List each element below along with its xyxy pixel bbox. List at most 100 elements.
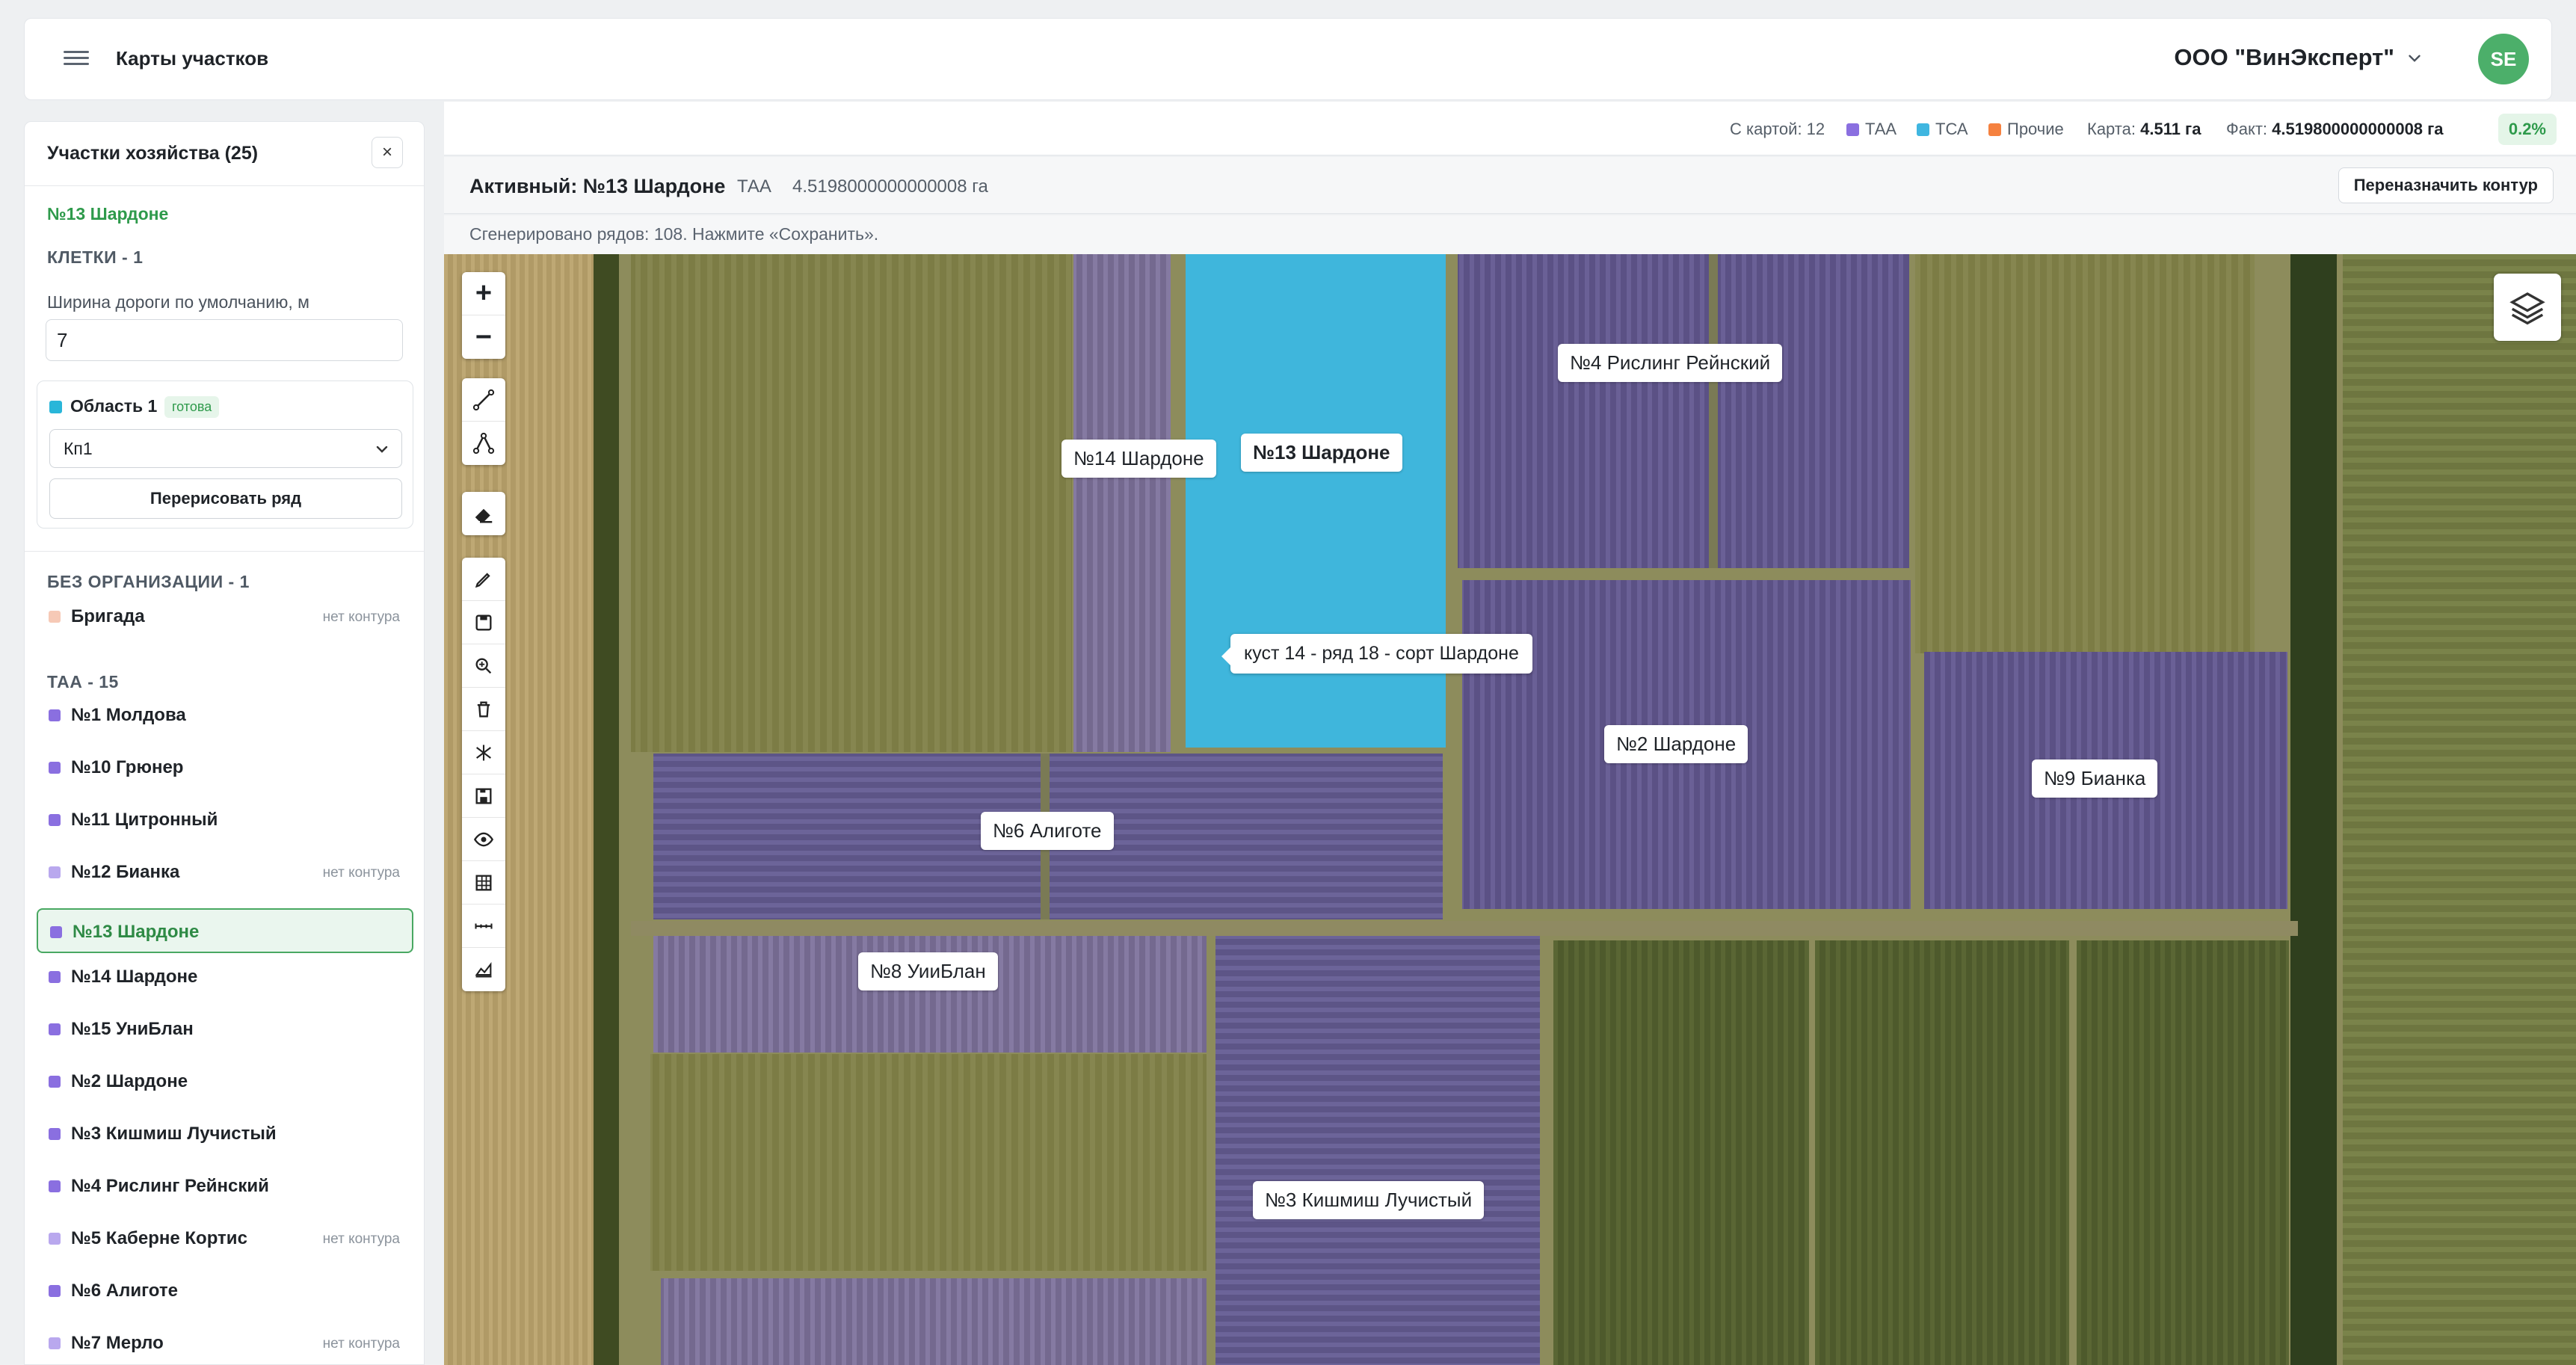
- zoom-in-button[interactable]: +: [462, 272, 505, 315]
- color-swatch: [49, 1180, 61, 1192]
- org-switcher[interactable]: ООО "ВинЭксперт": [2174, 44, 2394, 71]
- map-label-plot-3[interactable]: №3 Кишмиш Лучистый: [1253, 1181, 1485, 1219]
- color-swatch: [50, 926, 62, 938]
- fact-area-value: 4.519800000000008 га: [2272, 120, 2444, 138]
- fact-area: Факт: 4.519800000000008 га: [2226, 120, 2444, 139]
- legend-label: Прочие: [2007, 120, 2064, 138]
- list-item[interactable]: №14 Шардоне: [37, 955, 413, 999]
- map-label-plot-6[interactable]: №6 Алиготе: [981, 812, 1114, 850]
- list-item[interactable]: №12 Бианка нет контура: [37, 850, 413, 895]
- row-tooltip: куст 14 - ряд 18 - сорт Шардоне: [1221, 634, 1532, 674]
- fact-area-label: Факт:: [2226, 120, 2268, 138]
- grid-icon[interactable]: [462, 861, 505, 905]
- list-item-note: нет контура: [322, 609, 400, 625]
- list-item[interactable]: №3 Кишмиш Лучистый: [37, 1112, 413, 1156]
- legend-label: ТСА: [1935, 120, 1968, 138]
- chevron-down-icon[interactable]: [2405, 49, 2424, 68]
- color-swatch: [49, 1076, 61, 1088]
- list-item-label: №12 Бианка: [71, 862, 180, 882]
- diff-percent-badge: 0.2%: [2498, 114, 2557, 145]
- list-item-label: Бригада: [71, 606, 145, 626]
- road-width-input[interactable]: [46, 319, 403, 361]
- with-map-count: С картой: 12: [1730, 120, 1825, 138]
- active-plot-bar: Активный: №13 Шардоне ТАА 4.519800000000…: [444, 157, 2576, 214]
- map-label-plot-8[interactable]: №8 УииБлан: [858, 952, 998, 990]
- map-area-value: 4.511 га: [2140, 120, 2201, 138]
- color-swatch: [49, 709, 61, 721]
- row-select[interactable]: Кп1: [49, 429, 402, 468]
- legend-swatch: [1988, 123, 2001, 136]
- eye-icon[interactable]: [462, 818, 505, 861]
- list-item[interactable]: №15 УниБлан: [37, 1007, 413, 1052]
- list-item[interactable]: Бригада нет контура: [37, 594, 413, 639]
- list-item[interactable]: №4 Рислинг Рейнский: [37, 1164, 413, 1209]
- hamburger-icon[interactable]: [64, 47, 89, 73]
- list-item-label: №15 УниБлан: [71, 1019, 194, 1039]
- list-item[interactable]: №7 Мерло нет контура: [37, 1321, 413, 1364]
- map-label-plot-13[interactable]: №13 Шардоне: [1241, 434, 1402, 472]
- zoom-controls: + −: [462, 272, 505, 359]
- list-item[interactable]: №6 Алиготе: [37, 1269, 413, 1313]
- list-item-label: №13 Шардоне: [73, 922, 200, 942]
- list-item-note: нет контура: [322, 1336, 400, 1352]
- list-item-label: №5 Каберне Кортис: [71, 1228, 247, 1248]
- save-icon[interactable]: [462, 601, 505, 644]
- list-item-label: №6 Алиготе: [71, 1281, 178, 1301]
- list-item-note: нет контура: [322, 1231, 400, 1247]
- floppy-icon[interactable]: [462, 774, 505, 818]
- eraser-icon[interactable]: [462, 492, 505, 535]
- map-area: Карта: 4.511 га: [2087, 120, 2201, 139]
- list-item-label: №14 Шардоне: [71, 967, 198, 987]
- redraw-row-button[interactable]: Перерисовать ряд: [49, 478, 402, 519]
- layers-icon[interactable]: [2494, 274, 2561, 341]
- list-item-active[interactable]: №13 Шардоне: [37, 908, 413, 953]
- legend-swatch: [1846, 123, 1859, 136]
- reassign-contour-button[interactable]: Переназначить контур: [2338, 167, 2554, 203]
- list-item-label: №2 Шардоне: [71, 1071, 188, 1091]
- list-item[interactable]: №10 Грюнер: [37, 745, 413, 790]
- ruler-icon[interactable]: [462, 905, 505, 948]
- top-header: Карты участков ООО "ВинЭксперт" SE: [24, 18, 2552, 100]
- color-swatch: [49, 1285, 61, 1297]
- satellite-map: [444, 254, 2576, 1365]
- trash-icon[interactable]: [462, 688, 505, 731]
- zoom-out-button[interactable]: −: [462, 315, 505, 359]
- color-swatch: [49, 1337, 61, 1349]
- sidebar-title: Участки хозяйства (25): [47, 143, 259, 164]
- list-item[interactable]: №2 Шардоне: [37, 1059, 413, 1104]
- map-label-plot-14[interactable]: №14 Шардоне: [1061, 440, 1216, 478]
- generation-status: Сгенерировано рядов: 108. Нажмите «Сохра…: [444, 215, 2576, 254]
- list-item[interactable]: №5 Каберне Кортис нет контура: [37, 1216, 413, 1261]
- active-plot-type: ТАА: [737, 176, 771, 197]
- active-plot-name: №13 Шардоне: [47, 204, 169, 224]
- map-label-plot-2[interactable]: №2 Шардоне: [1604, 725, 1748, 763]
- action-tools: [462, 558, 505, 991]
- polygon-icon[interactable]: [462, 422, 505, 465]
- map-label-plot-9[interactable]: №9 Бианка: [2032, 759, 2158, 798]
- color-swatch: [49, 611, 61, 623]
- color-swatch: [49, 762, 61, 774]
- list-item[interactable]: №11 Цитронный: [37, 798, 413, 842]
- legend-label: ТАА: [1865, 120, 1897, 138]
- list-item[interactable]: №1 Молдова: [37, 693, 413, 738]
- cells-section-title: КЛЕТКИ - 1: [47, 247, 144, 267]
- pencil-icon[interactable]: [462, 558, 505, 601]
- zoom-search-icon[interactable]: [462, 644, 505, 688]
- map-area-label: Карта:: [2087, 120, 2136, 138]
- map-label-plot-4[interactable]: №4 Рислинг Рейнский: [1558, 344, 1783, 382]
- map-view[interactable]: №4 Рислинг Рейнский №14 Шардоне №13 Шард…: [444, 254, 2576, 1365]
- polyline-icon[interactable]: [462, 378, 505, 422]
- taa-section-title: ТАА - 15: [47, 672, 119, 691]
- split-icon[interactable]: [462, 731, 505, 774]
- divider: [25, 551, 424, 552]
- area-chart-icon[interactable]: [462, 948, 505, 991]
- road-width-label: Ширина дороги по умолчанию, м: [47, 292, 309, 312]
- close-button[interactable]: ×: [372, 137, 403, 168]
- color-swatch: [49, 971, 61, 983]
- color-swatch: [49, 814, 61, 826]
- color-swatch: [49, 1128, 61, 1140]
- list-item-label: №10 Грюнер: [71, 757, 184, 777]
- zoom-out-label: −: [475, 321, 493, 353]
- avatar[interactable]: SE: [2478, 34, 2529, 84]
- color-swatch: [49, 866, 61, 878]
